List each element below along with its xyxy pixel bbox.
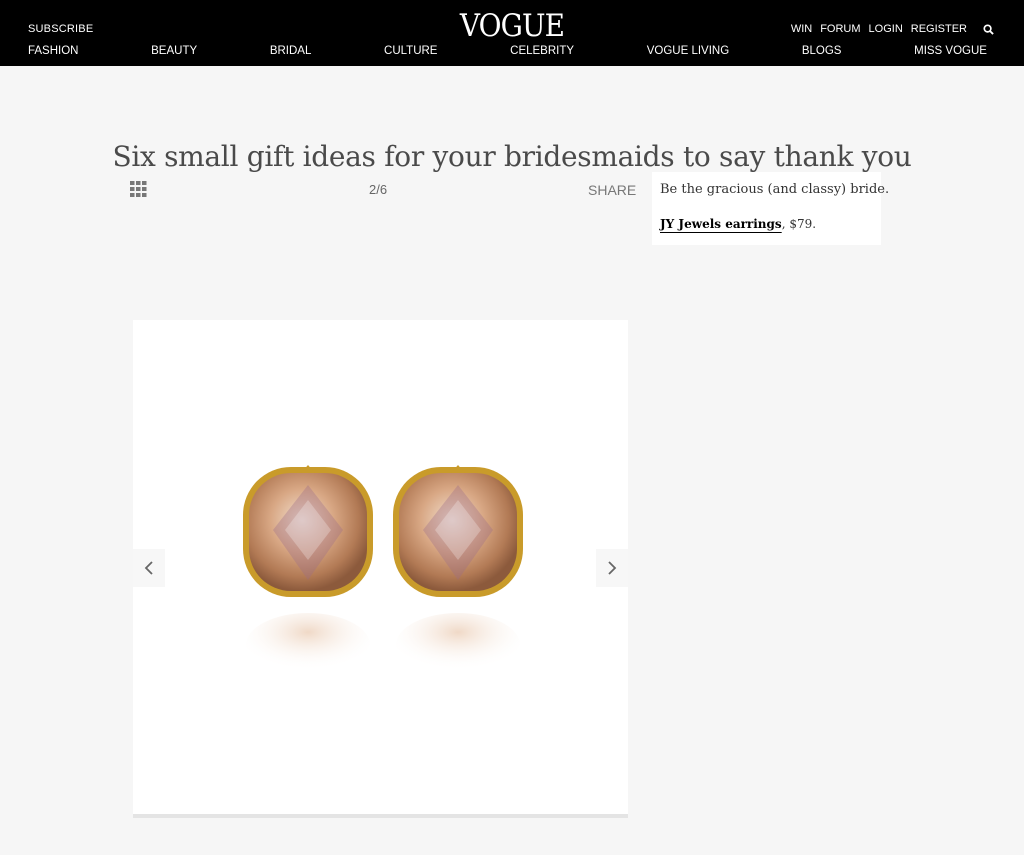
- nav-culture[interactable]: CULTURE: [384, 45, 437, 57]
- nav-blogs[interactable]: BLOGS: [802, 45, 842, 57]
- panel-divider: [133, 814, 628, 818]
- nav-miss-vogue[interactable]: MISS VOGUE: [914, 45, 987, 57]
- nav-vogue-living[interactable]: VOGUE LIVING: [647, 45, 729, 57]
- caption-text: Be the gracious (and classy) bride.: [660, 182, 890, 197]
- caption-product: JY Jewels earrings, $79.: [660, 217, 816, 231]
- register-link[interactable]: REGISTER: [911, 23, 967, 35]
- right-earring: [393, 465, 523, 597]
- chevron-left-icon: [144, 561, 153, 575]
- nav-bridal[interactable]: BRIDAL: [270, 45, 312, 57]
- next-slide-button[interactable]: [596, 549, 628, 587]
- left-earring: [243, 465, 373, 597]
- login-link[interactable]: LOGIN: [869, 23, 903, 35]
- grid-icon[interactable]: [130, 181, 147, 197]
- nav-beauty[interactable]: BEAUTY: [151, 45, 197, 57]
- share-button[interactable]: SHARE: [588, 182, 636, 198]
- win-link[interactable]: WIN: [791, 23, 812, 35]
- search-icon[interactable]: [983, 23, 994, 35]
- article-title: Six small gift ideas for your bridesmaid…: [112, 140, 912, 173]
- nav-fashion[interactable]: FASHION: [28, 45, 78, 57]
- gallery-image-panel: [133, 320, 628, 815]
- product-link[interactable]: JY Jewels earrings: [660, 217, 782, 231]
- top-header: SUBSCRIBE VOGUE WIN FORUM LOGIN REGISTER…: [0, 0, 1024, 66]
- utility-nav: WIN FORUM LOGIN REGISTER: [791, 23, 994, 35]
- chevron-right-icon: [608, 561, 617, 575]
- forum-link[interactable]: FORUM: [820, 23, 860, 35]
- slide-counter: 2/6: [369, 182, 388, 197]
- earrings-image: [243, 465, 523, 677]
- product-price: , $79.: [781, 217, 817, 231]
- nav-celebrity[interactable]: CELEBRITY: [510, 45, 574, 57]
- caption-box: Be the gracious (and classy) bride. JY J…: [652, 172, 889, 245]
- prev-slide-button[interactable]: [133, 549, 165, 587]
- main-nav: FASHION BEAUTY BRIDAL CULTURE CELEBRITY …: [28, 45, 987, 57]
